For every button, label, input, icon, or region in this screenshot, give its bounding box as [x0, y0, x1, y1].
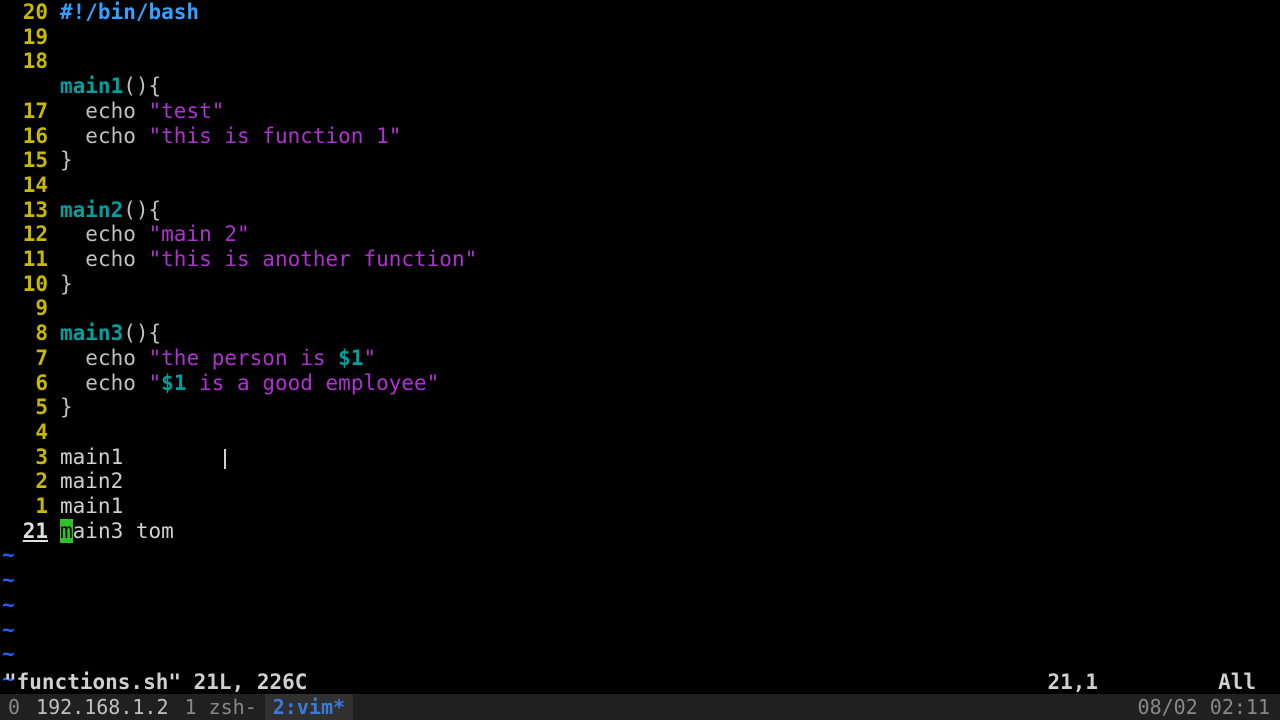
text-caret: [224, 449, 226, 469]
tmux-session-index[interactable]: 0: [0, 694, 28, 720]
tmux-clock: 08/02 02:11: [1138, 695, 1280, 720]
tmux-window-1[interactable]: 1 zsh-: [177, 694, 265, 720]
tmux-window-2-active[interactable]: 2:vim*: [265, 694, 353, 720]
status-ruler: 21,1: [1047, 670, 1098, 695]
cursor-block: m: [60, 519, 73, 543]
tmux-host: 192.168.1.2: [28, 694, 176, 720]
editor-viewport[interactable]: 20 #!/bin/bash 19 18 main1(){ 17 echo "t…: [0, 0, 1280, 670]
status-position: All: [1218, 670, 1256, 695]
end-of-buffer-tilde: ~: [0, 543, 1280, 568]
code-line: 20 #!/bin/bash: [0, 0, 1280, 25]
tmux-status-bar[interactable]: 0 192.168.1.2 1 zsh- 2:vim* 08/02 02:11: [0, 694, 1280, 720]
current-line: 21 main3 tom: [0, 519, 1280, 544]
line-number-current: 21: [0, 519, 48, 544]
line-number: 20: [0, 0, 48, 25]
status-file-info: "functions.sh" 21L, 226C: [4, 670, 307, 695]
vim-status-line: "functions.sh" 21L, 226C 21,1 All: [4, 670, 1276, 695]
